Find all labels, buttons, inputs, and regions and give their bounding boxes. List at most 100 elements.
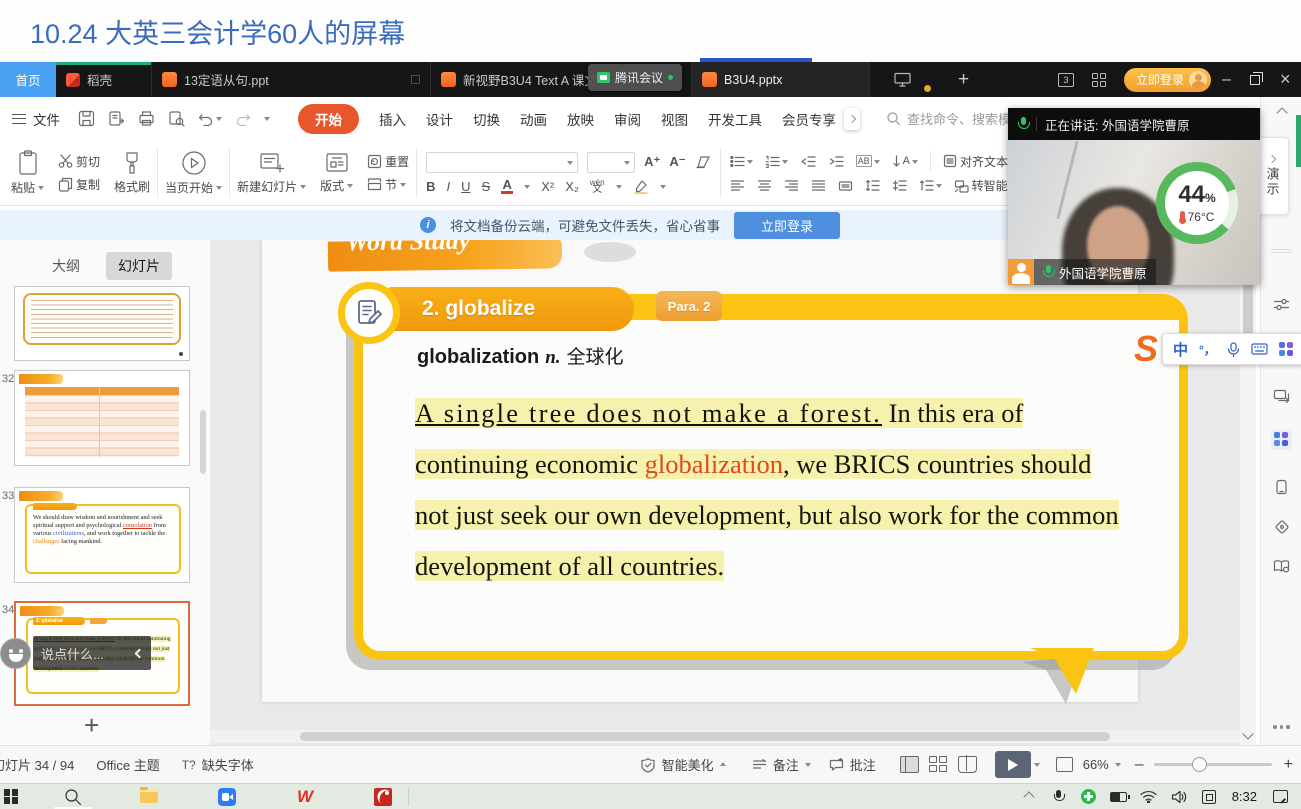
tab-start[interactable]: 开始 (298, 104, 359, 134)
tray-ime[interactable] (1194, 784, 1224, 809)
undo-button[interactable] (198, 112, 222, 126)
font-size-select[interactable] (587, 152, 635, 173)
numbered-list-button[interactable] (765, 155, 788, 168)
zoom-level[interactable]: 66% (1083, 757, 1121, 772)
slide-sorter-view-button[interactable] (929, 756, 948, 773)
slide-thumbnail-32[interactable] (14, 370, 190, 466)
justify-icon[interactable] (811, 179, 826, 192)
bullet-list-button[interactable] (730, 155, 753, 168)
vertical-scrollbar[interactable] (1240, 240, 1256, 745)
strikethrough-button[interactable]: S (482, 179, 491, 194)
remote-control-button[interactable] (1261, 479, 1301, 495)
subscript-button[interactable]: X₂ (565, 179, 579, 194)
tab-document-3-active[interactable]: B3U4.pptx (692, 62, 870, 97)
section-button[interactable]: 节 (367, 176, 409, 193)
format-painter-button[interactable]: 格式刷 (107, 143, 157, 203)
banner-login-button[interactable]: 立即登录 (734, 212, 840, 239)
presenter-panel-tab[interactable]: 演示 (1255, 137, 1289, 215)
sogou-logo[interactable]: S (1134, 332, 1158, 366)
distribute-icon[interactable] (838, 179, 853, 193)
tray-mic[interactable] (1044, 784, 1074, 809)
transition-button[interactable] (1261, 389, 1301, 403)
clock[interactable]: 8:32 (1232, 789, 1257, 804)
restore-button[interactable] (1250, 62, 1260, 97)
tab-slides[interactable]: 幻灯片 (106, 252, 172, 280)
apps-grid-button[interactable] (1092, 62, 1106, 97)
collapse-ribbon-button[interactable] (1261, 109, 1301, 117)
spacing-options-button[interactable] (919, 179, 942, 192)
tencent-meeting-app[interactable] (212, 784, 242, 809)
customize-quickbar-icon[interactable] (264, 117, 270, 124)
meeting-video-window[interactable]: 正在讲话: 外国语学院曹原 44% 76°C 外国语学院曹原 (1008, 108, 1260, 285)
ime-punctuation-button[interactable]: °， (1199, 341, 1216, 358)
zoom-in-button[interactable]: + (1284, 756, 1293, 774)
minimize-button[interactable]: – (1222, 62, 1231, 97)
tab-docer[interactable]: 稻壳 (56, 62, 152, 97)
word-definition[interactable]: globalization n. 全球化 (417, 342, 624, 369)
decrease-indent-icon[interactable] (800, 155, 816, 168)
action-center-button[interactable] (1265, 784, 1295, 809)
align-left-icon[interactable] (730, 179, 745, 192)
tab-close-icon[interactable] (411, 75, 420, 84)
superscript-button[interactable]: X² (541, 179, 554, 194)
underline-button[interactable]: U (461, 179, 470, 194)
start-button[interactable] (0, 784, 30, 809)
horizontal-scrollbar[interactable] (210, 730, 1240, 743)
chevron-down-icon[interactable] (616, 185, 622, 192)
chevron-down-icon[interactable] (524, 185, 530, 192)
tray-battery[interactable] (1104, 784, 1134, 809)
collapse-left-icon[interactable] (135, 648, 145, 658)
redo-icon[interactable] (235, 112, 251, 126)
tray-volume[interactable] (1164, 784, 1194, 809)
smart-beautify-button[interactable]: 智能美化 (640, 755, 726, 774)
tab-document-1[interactable]: 13定语从句.ppt (152, 62, 431, 97)
wps-app[interactable]: W (290, 784, 320, 809)
align-text-button[interactable]: 对齐文本 (943, 153, 1017, 170)
scroll-down-icon[interactable] (1242, 728, 1253, 739)
tab-membership[interactable]: 会员专享 (782, 109, 836, 129)
new-slide-button[interactable]: 新建幻灯片 (230, 143, 313, 203)
word-study-banner[interactable]: Word Study (328, 240, 562, 272)
tray-wifi[interactable] (1134, 784, 1164, 809)
increase-indent-icon[interactable] (828, 155, 844, 168)
save-icon[interactable] (78, 110, 95, 127)
chat-input[interactable]: 说点什么... (33, 636, 151, 670)
bold-button[interactable]: B (426, 179, 435, 194)
notes-pencil-badge[interactable] (338, 282, 400, 344)
theme-name[interactable]: Office 主题 (96, 755, 159, 774)
comments-button[interactable]: 批注 (829, 755, 876, 774)
tab-animation[interactable]: 动画 (520, 109, 547, 129)
add-slide-button[interactable]: + (84, 710, 99, 741)
para-spacing-icon[interactable] (892, 179, 907, 192)
tab-transition[interactable]: 切换 (473, 109, 500, 129)
emoji-button[interactable] (0, 638, 31, 669)
h-scroll-thumb[interactable] (300, 732, 1110, 741)
zoom-slider[interactable] (1154, 763, 1272, 766)
print-icon[interactable] (138, 110, 155, 127)
chevron-down-icon[interactable] (1034, 763, 1040, 770)
tencent-meeting-pill[interactable]: 腾讯会议 (588, 64, 682, 91)
ime-mode-button[interactable]: 中 (1173, 339, 1188, 360)
cloud-shape[interactable] (584, 242, 636, 262)
decrease-font-button[interactable]: A⁻ (669, 154, 685, 170)
line-spacing-icon[interactable] (865, 179, 880, 192)
present-mode-button[interactable] (894, 62, 911, 97)
zoom-slider-thumb[interactable] (1192, 757, 1207, 772)
ime-keyboard-icon[interactable] (1251, 343, 1268, 355)
close-button[interactable]: × (1280, 62, 1291, 97)
reading-view-button[interactable] (958, 756, 977, 773)
reading-tools-button[interactable] (1261, 559, 1301, 574)
slide-thumbnail-31[interactable] (14, 286, 190, 361)
char-border-button[interactable]: AB (856, 155, 880, 167)
pinyin-button[interactable]: wén文 (590, 179, 605, 193)
missing-font-warning[interactable]: T? 缺失字体 (182, 755, 254, 774)
increase-font-button[interactable]: A⁺ (644, 154, 660, 170)
new-tab-button[interactable]: + (958, 62, 969, 97)
file-menu[interactable]: 文件 (12, 109, 60, 129)
file-explorer-button[interactable] (134, 784, 164, 809)
italic-button[interactable]: I (447, 179, 451, 194)
sidebar-scrollbar-thumb[interactable] (200, 410, 206, 474)
search-button[interactable] (58, 784, 88, 809)
clear-format-icon[interactable] (695, 155, 711, 169)
tab-outline[interactable]: 大纲 (40, 252, 92, 280)
